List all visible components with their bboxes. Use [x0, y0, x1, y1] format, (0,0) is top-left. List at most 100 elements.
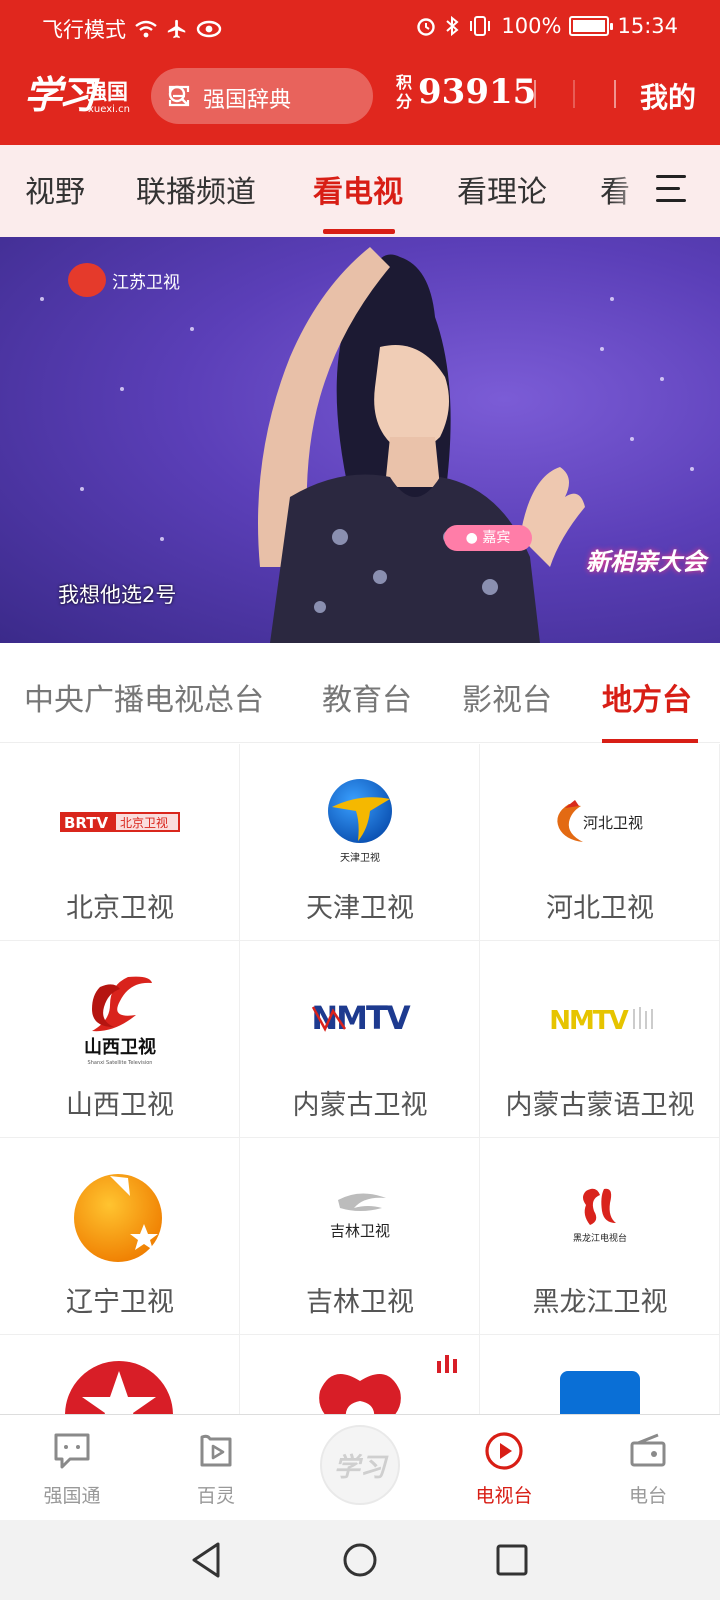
nmtv-logo: NMTV	[280, 969, 440, 1069]
hebei-tv-logo: 河北卫视	[520, 772, 680, 872]
tianjin-tv-logo: 天津卫视	[280, 772, 440, 872]
subtab-local[interactable]: 地方台	[602, 675, 692, 719]
channel-card-partial[interactable]	[0, 1335, 240, 1414]
nav-active-indicator	[323, 229, 395, 234]
nav-tab-theory[interactable]: 看理论	[457, 167, 547, 211]
recents-icon[interactable]	[494, 1540, 530, 1580]
svg-text:天津卫视: 天津卫视	[340, 851, 380, 864]
channel-name: 黑龙江卫视	[532, 1287, 668, 1318]
airplane-mode-text: 飞行模式	[42, 18, 126, 42]
header-divider	[573, 80, 575, 108]
xuexi-logo[interactable]: 学习 强国 xuexi.cn	[24, 68, 134, 118]
airplane-icon	[167, 19, 186, 39]
app-header: 飞行模式 100% 15:34 学习 强国 xuexi.cn 强国辞典 积分 9…	[0, 0, 720, 145]
xuexi-center-icon[interactable]: 学习	[320, 1425, 400, 1505]
search-bar[interactable]: 强国辞典	[151, 68, 373, 124]
svg-text:BRTV: BRTV	[64, 814, 109, 832]
center-badge-text: 学习	[333, 1452, 386, 1483]
system-navigation-bar	[0, 1520, 720, 1600]
vibrate-icon	[470, 16, 491, 36]
logo-script: 学习	[24, 72, 96, 117]
subtab-active-indicator	[602, 739, 698, 743]
back-icon[interactable]	[188, 1540, 224, 1580]
tab-label: 电台	[628, 1485, 667, 1507]
baling-play-icon	[200, 1434, 232, 1467]
subtab-cmg[interactable]: 中央广播电视总台	[24, 675, 264, 719]
nav-tab-watch-tv[interactable]: 看电视	[313, 167, 403, 211]
tv-play-icon	[485, 1432, 523, 1470]
channel-nav: 视野 联播频道 看电视 看理论 看	[0, 145, 720, 237]
menu-icon[interactable]	[656, 175, 690, 205]
channel-name: 北京卫视	[66, 893, 174, 924]
channel-card-liaoning[interactable]: 辽宁卫视	[0, 1138, 240, 1335]
bottom-tab-bar: 强国通 百灵 学习 电视台 电台	[0, 1414, 720, 1520]
clock: 15:34	[617, 14, 678, 38]
channel-name: 辽宁卫视	[66, 1287, 174, 1318]
svg-text:河北卫视: 河北卫视	[583, 814, 643, 832]
subtab-film[interactable]: 影视台	[462, 675, 552, 719]
battery-icon	[569, 16, 614, 36]
channel-name: 山西卫视	[66, 1090, 174, 1121]
channel-grid: BRTV 北京卫视 北京卫视 天津卫视 天津卫视 河北卫视 河北卫视 山西卫视 …	[0, 744, 720, 1414]
home-icon[interactable]	[340, 1540, 380, 1580]
search-placeholder: 强国辞典	[203, 88, 292, 113]
subtab-education[interactable]: 教育台	[322, 675, 412, 719]
battery-percent: 100%	[501, 14, 562, 38]
channel-name: 内蒙古卫视	[292, 1090, 428, 1121]
bluetooth-icon	[446, 15, 459, 37]
red-star-logo	[65, 1361, 173, 1414]
channel-name: 吉林卫视	[306, 1287, 414, 1318]
video-subtitle: 我想他选2号	[58, 583, 177, 607]
channel-card-partial[interactable]	[480, 1335, 720, 1414]
svg-text:Shanxi Satellite Television: Shanxi Satellite Television	[88, 1060, 153, 1066]
blue-square-logo	[560, 1371, 640, 1414]
svg-text:NMTV: NMTV	[549, 1006, 628, 1036]
channel-card-hebei[interactable]: 河北卫视 河北卫视	[480, 744, 720, 941]
station-category-tabs: 中央广播电视总台 教育台 影视台 地方台	[0, 643, 720, 743]
channel-name: 内蒙古蒙语卫视	[505, 1090, 695, 1121]
channel-card-neimenggu[interactable]: NMTV 内蒙古卫视	[240, 941, 480, 1138]
channel-card-tianjin[interactable]: 天津卫视 天津卫视	[240, 744, 480, 941]
svg-text:吉林卫视: 吉林卫视	[330, 1222, 390, 1240]
channel-card-jilin[interactable]: 吉林卫视 吉林卫视	[240, 1138, 480, 1335]
liaoning-tv-logo	[40, 1166, 200, 1266]
channel-name: 天津卫视	[306, 893, 414, 924]
svg-text:山西卫视: 山西卫视	[84, 1036, 156, 1058]
tab-label: 电视台	[475, 1485, 533, 1507]
channel-card-shanxi[interactable]: 山西卫视 Shanxi Satellite Television 山西卫视	[0, 941, 240, 1138]
tab-label: 百灵	[196, 1485, 235, 1507]
brtv-logo: BRTV 北京卫视	[40, 772, 200, 872]
svg-text:NMTV: NMTV	[311, 999, 410, 1037]
mine-button[interactable]: 我的	[640, 76, 696, 116]
red-knot-logo	[319, 1373, 401, 1414]
nmtv-mongolian-logo: NMTV	[520, 969, 680, 1069]
logo-url: xuexi.cn	[88, 104, 130, 115]
channel-card-beijing[interactable]: BRTV 北京卫视 北京卫视	[0, 744, 240, 941]
nav-tab-shiye[interactable]: 视野	[25, 167, 85, 211]
header-divider	[534, 80, 536, 108]
tab-qiangguotong[interactable]: 强国通	[12, 1429, 132, 1508]
jiangsu-tv-icon	[68, 263, 106, 297]
tab-bailing[interactable]: 百灵	[156, 1429, 276, 1508]
channel-name: 河北卫视	[546, 893, 654, 924]
jilin-tv-logo: 吉林卫视	[280, 1166, 440, 1266]
svg-text:北京卫视: 北京卫视	[120, 815, 168, 830]
points-display[interactable]: 积分 93915	[396, 72, 536, 112]
alarm-icon	[417, 18, 436, 36]
logo-name: 强国	[86, 80, 128, 104]
header-divider	[614, 80, 616, 108]
channel-card-neimenggu-mongolian[interactable]: NMTV 内蒙古蒙语卫视	[480, 941, 720, 1138]
contestant-tag: ● 嘉宾	[444, 525, 532, 551]
channel-card-partial[interactable]	[240, 1335, 480, 1414]
nav-tab-lianbo[interactable]: 联播频道	[136, 167, 256, 211]
tab-radio[interactable]: 电台	[588, 1429, 708, 1508]
broadcaster-logo: 江苏卫视	[68, 263, 180, 297]
playing-bars-icon	[437, 1355, 457, 1373]
shanxi-tv-logo: 山西卫视 Shanxi Satellite Television	[40, 969, 200, 1069]
presenter-figure	[258, 247, 585, 643]
scan-icon[interactable]	[167, 84, 191, 108]
video-player[interactable]: 江苏卫视 ● 嘉宾 我想他选2号 新相亲大会	[0, 237, 720, 643]
tab-tv[interactable]: 电视台	[444, 1429, 564, 1508]
status-bar: 飞行模式 100% 15:34	[0, 8, 720, 48]
channel-card-heilongjiang[interactable]: 黑龙江电视台 黑龙江卫视	[480, 1138, 720, 1335]
